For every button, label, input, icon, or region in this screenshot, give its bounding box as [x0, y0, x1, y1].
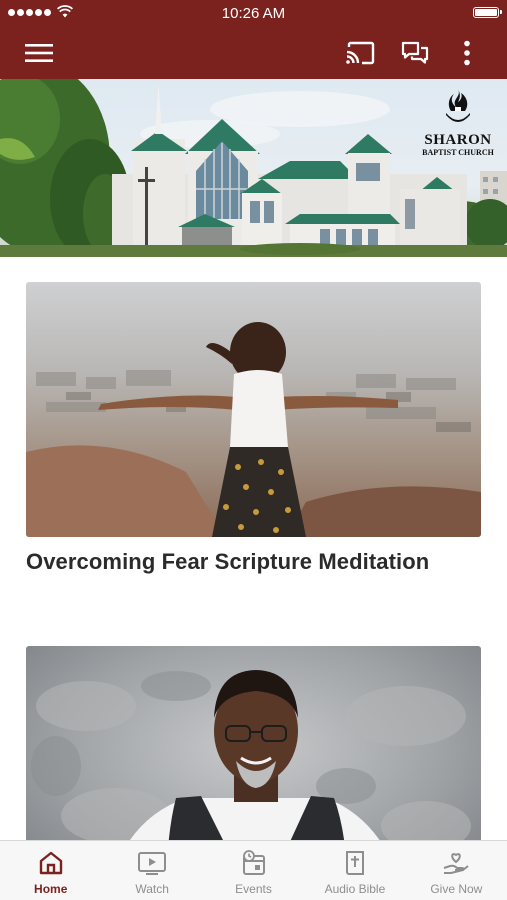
calendar-icon	[239, 848, 269, 878]
chat-icon	[401, 41, 429, 64]
status-bar: 10:26 AM	[0, 0, 507, 26]
logo-name: SHARON	[424, 132, 492, 148]
church-banner-image: SHARON BAPTIST CHURCH	[0, 79, 507, 257]
give-icon	[441, 848, 471, 878]
tab-give-now[interactable]: Give Now	[406, 841, 507, 900]
battery-icon	[473, 7, 502, 18]
tab-events[interactable]: Events	[203, 841, 304, 900]
more-vertical-icon	[464, 40, 470, 65]
tab-label: Watch	[135, 882, 169, 896]
menu-button[interactable]	[18, 26, 60, 79]
play-icon	[137, 848, 167, 878]
chat-button[interactable]	[395, 26, 435, 79]
feed-card[interactable]	[26, 646, 481, 840]
more-options-button[interactable]	[452, 26, 482, 79]
pastor-portrait-photo	[26, 646, 481, 840]
feed-card-image	[26, 282, 481, 537]
feed-card[interactable]: Overcoming Fear Scripture Meditation	[26, 282, 481, 575]
feed-card-title: Overcoming Fear Scripture Meditation	[26, 549, 430, 574]
tab-label: Home	[34, 882, 68, 896]
status-time: 10:26 AM	[221, 5, 286, 22]
tab-watch[interactable]: Watch	[101, 841, 202, 900]
tab-home[interactable]: Home	[0, 841, 101, 900]
feed-card-image	[26, 646, 481, 840]
flame-logo-icon	[446, 89, 470, 122]
woman-overlooking-city-photo	[26, 282, 481, 537]
bible-icon	[340, 848, 370, 878]
tab-label: Events	[235, 882, 272, 896]
bottom-tab-bar: Home Watch Events Audio Bible Give Now	[0, 840, 507, 900]
cast-icon	[346, 41, 375, 64]
home-icon	[36, 848, 66, 878]
church-logo: SHARON BAPTIST CHURCH	[419, 87, 497, 158]
logo-subtitle: BAPTIST CHURCH	[422, 148, 494, 157]
tab-audio-bible[interactable]: Audio Bible	[304, 841, 405, 900]
cast-button[interactable]	[340, 26, 380, 79]
tab-label: Give Now	[430, 882, 483, 896]
tab-label: Audio Bible	[324, 882, 386, 896]
top-navigation-bar	[0, 26, 507, 79]
content-feed: Overcoming Fear Scripture Meditation	[0, 257, 507, 840]
hamburger-menu-icon	[25, 43, 53, 62]
